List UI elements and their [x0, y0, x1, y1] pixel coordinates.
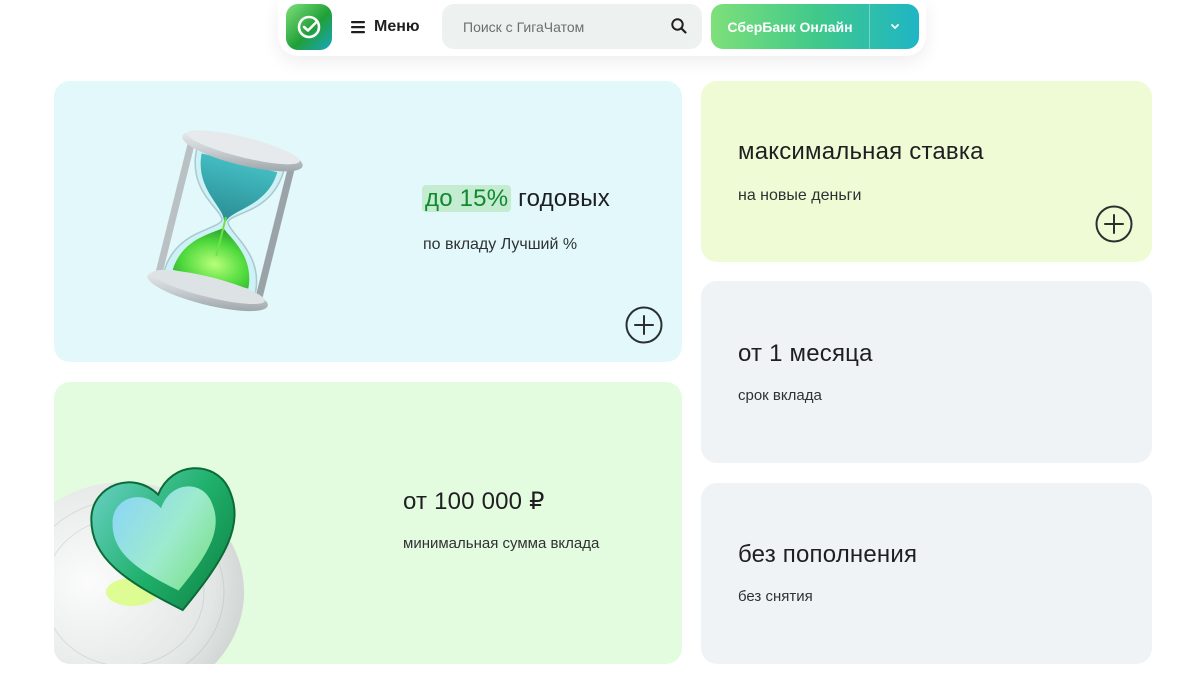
menu-button[interactable]: Меню	[350, 4, 420, 50]
top-header: Меню СберБанк Онлайн	[278, 0, 926, 56]
min-sum-title: от 100 000 ₽	[403, 488, 545, 515]
menu-label: Меню	[374, 18, 420, 35]
hourglass-icon	[147, 130, 303, 312]
search-input[interactable]	[461, 17, 661, 36]
term-subtitle: срок вклада	[738, 387, 822, 404]
card-rate: до 15% годовых по вкладу Лучший %	[54, 81, 682, 362]
sberbank-online-button: СберБанк Онлайн	[711, 4, 919, 49]
search-box	[442, 4, 702, 49]
sberbank-online-link[interactable]: СберБанк Онлайн	[711, 4, 869, 49]
sberbank-online-label: СберБанк Онлайн	[727, 18, 853, 35]
glass-heart-icon	[54, 467, 244, 664]
card-no-replenishment: без пополнения без снятия	[701, 483, 1152, 664]
plus-circle-icon[interactable]	[625, 306, 663, 344]
logo-button[interactable]	[286, 4, 332, 50]
card-min-sum: от 100 000 ₽ минимальная сумма вклада	[54, 382, 682, 664]
sber-logo-icon	[297, 15, 321, 39]
replenish-title: без пополнения	[738, 541, 918, 568]
chevron-down-icon	[890, 24, 899, 29]
card-max-rate: максимальная ставка на новые деньги	[701, 81, 1152, 262]
rate-title-rest: годовых	[518, 185, 610, 212]
search-icon[interactable]	[670, 17, 688, 35]
card-term: от 1 месяца срок вклада	[701, 281, 1152, 463]
min-sum-subtitle: минимальная сумма вклада	[403, 535, 600, 552]
replenish-subtitle: без снятия	[738, 588, 813, 605]
rate-highlight: до 15%	[422, 185, 512, 212]
plus-circle-icon[interactable]	[1095, 205, 1133, 243]
online-dropdown-toggle[interactable]	[870, 4, 919, 49]
max-rate-title: максимальная ставка	[738, 138, 984, 165]
hamburger-menu-icon	[351, 21, 365, 34]
rate-title: до 15% годовых	[422, 185, 610, 213]
rate-subtitle: по вкладу Лучший %	[423, 236, 578, 253]
term-title: от 1 месяца	[738, 340, 873, 367]
max-rate-subtitle: на новые деньги	[738, 187, 862, 204]
